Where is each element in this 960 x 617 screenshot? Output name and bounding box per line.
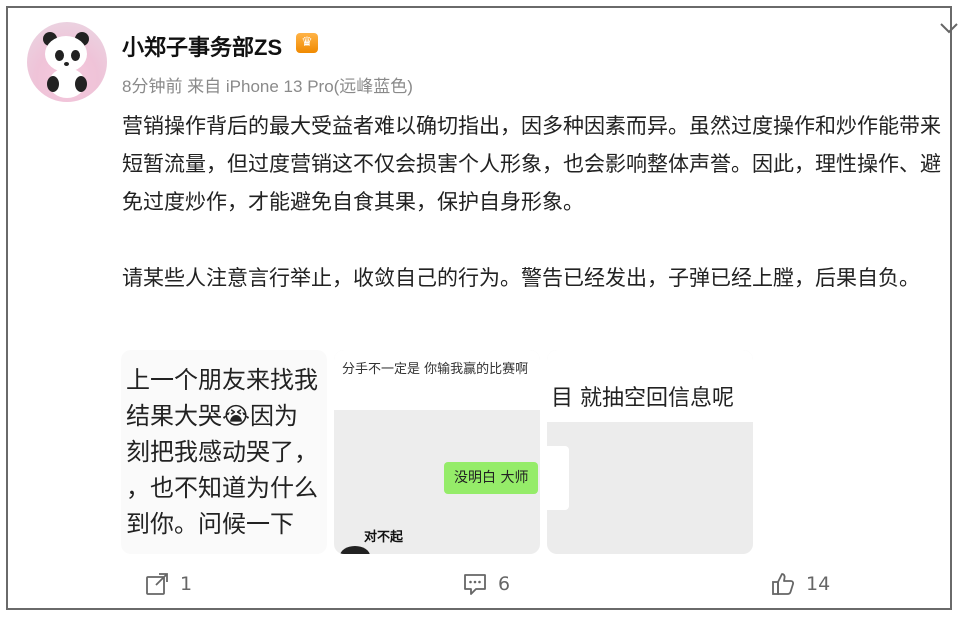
image-1-line: 到你。问候一下 — [126, 510, 294, 538]
panda-eye-left — [55, 50, 64, 61]
image-3-top-text: 目 就抽空回信息呢 — [551, 386, 734, 411]
post-paragraph-2: 请某些人注意言行举止，收敛自己的行为。警告已经发出，子弹已经上膛，后果自负。 — [122, 267, 920, 290]
panda-eye-right — [71, 50, 80, 61]
post-image-1[interactable]: 上一个朋友来找我 结果大哭😭因为 刻把我感动哭了， ，也不知道为什么 到你。问候… — [121, 350, 327, 554]
weibo-post-card: 小郑子事务部ZS ♛ 8分钟前 来自 iPhone 13 Pro(远峰蓝色) 营… — [6, 6, 958, 610]
post-image-3[interactable]: 目 就抽空回信息呢 — [547, 350, 753, 554]
image-3-chat-bubble — [547, 446, 569, 510]
share-icon — [146, 573, 168, 595]
panda-nose — [64, 62, 69, 66]
vip-crown-icon[interactable]: ♛ — [296, 33, 318, 53]
panda-head — [45, 36, 87, 72]
image-3-header: 目 就抽空回信息呢 — [547, 350, 753, 422]
action-bar: 1 6 14 — [8, 564, 954, 604]
comment-count: 6 — [498, 573, 511, 595]
image-1-line: 刻把我感动哭了， — [126, 438, 318, 466]
post-meta: 8分钟前 来自 iPhone 13 Pro(远峰蓝色) — [122, 77, 413, 96]
image-1-text: 上一个朋友来找我 结果大哭😭因为 刻把我感动哭了， ，也不知道为什么 到你。问候… — [126, 362, 318, 542]
like-button[interactable]: 14 — [770, 564, 830, 604]
thumbs-up-icon — [772, 573, 795, 595]
comment-icon — [464, 574, 486, 595]
image-2-header: 分手不一定是 你输我赢的比赛啊 — [334, 350, 540, 410]
image-1-line: 上一个朋友来找我 — [126, 366, 318, 394]
image-1-line: 结果大哭😭因为 — [126, 402, 299, 430]
post-paragraph-1: 营销操作背后的最大受益者难以确切指出，因多种因素而异。虽然过度操作和炒作能带来短… — [122, 115, 941, 214]
image-2-sticker — [340, 546, 370, 554]
comment-button[interactable]: 6 — [462, 564, 510, 604]
like-count: 14 — [806, 573, 831, 595]
share-button[interactable]: 1 — [144, 564, 192, 604]
username[interactable]: 小郑子事务部ZS — [122, 30, 282, 62]
panda-arm-right — [75, 76, 87, 92]
post-content: 营销操作背后的最大受益者难以确切指出，因多种因素而异。虽然过度操作和炒作能带来短… — [122, 108, 960, 298]
avatar[interactable] — [27, 22, 107, 102]
image-2-top-text: 分手不一定是 你输我赢的比赛啊 — [342, 362, 529, 377]
image-2-chat-bubble: 没明白 大师 — [444, 462, 539, 494]
image-1-line: ，也不知道为什么 — [126, 474, 318, 502]
chevron-down-icon[interactable] — [938, 18, 960, 38]
panda-arm-left — [47, 76, 59, 92]
image-2-sticker-text: 对不起 — [364, 530, 404, 545]
post-image-2[interactable]: 分手不一定是 你输我赢的比赛啊 没明白 大师 对不起 — [334, 350, 540, 554]
share-count: 1 — [180, 573, 193, 595]
